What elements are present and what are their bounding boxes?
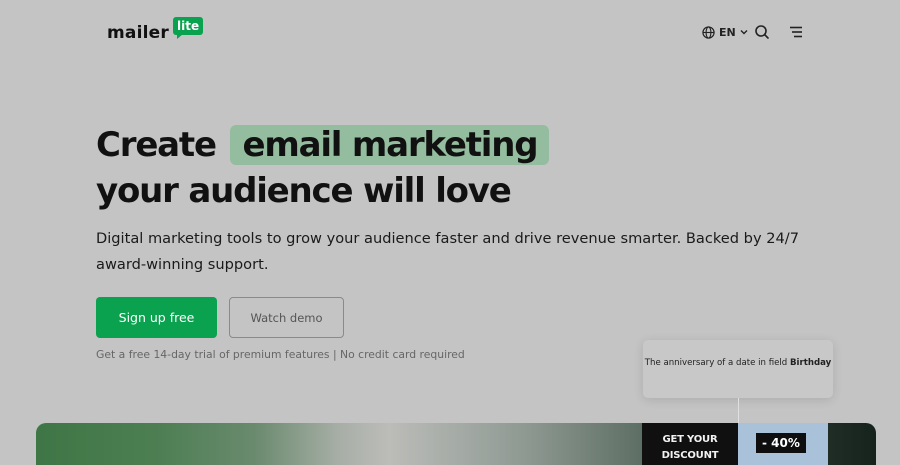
sign-up-button[interactable]: Sign up free (96, 297, 217, 338)
headline-line-1: Create email marketing (96, 122, 550, 168)
promo-line-1: GET YOUR (662, 434, 718, 445)
event-card-text: The anniversary of a date in field (644, 358, 788, 368)
trial-fineprint: Get a free 14-day trial of premium featu… (96, 348, 465, 361)
language-label: EN (719, 25, 736, 39)
site-header: mailer lite EN (0, 0, 900, 62)
headline-highlight: email marketing (230, 125, 550, 165)
search-icon (755, 25, 769, 39)
birthday-event-card: The anniversary of a date in field Birth… (643, 340, 833, 398)
promo-discount-panel: - 40% (738, 423, 828, 465)
logo-text: mailer (107, 23, 169, 43)
watch-demo-button[interactable]: Watch demo (229, 297, 344, 338)
logo-badge-tail (177, 34, 183, 39)
promo-line-2: DISCOUNT (661, 450, 719, 461)
hero-headline: Create email marketing your audience wil… (96, 122, 550, 214)
globe-icon (702, 25, 715, 39)
chevron-down-icon (740, 30, 748, 35)
discount-tag: - 40% (756, 433, 806, 453)
language-selector[interactable]: EN (702, 25, 748, 39)
menu-icon (790, 26, 802, 38)
menu-button[interactable] (789, 25, 803, 39)
hero-subtitle: Digital marketing tools to grow your aud… (96, 230, 799, 273)
search-button[interactable] (754, 24, 770, 40)
headline-create: Create (96, 125, 217, 165)
promo-banner: GET YOUR DISCOUNT - 40% (642, 423, 828, 465)
promo-headline: GET YOUR DISCOUNT (642, 423, 738, 465)
logo-badge: lite (173, 17, 204, 35)
headline-line-2: your audience will love (96, 171, 512, 211)
event-card-field: Birthday (789, 358, 832, 368)
event-connector-line (738, 398, 739, 423)
